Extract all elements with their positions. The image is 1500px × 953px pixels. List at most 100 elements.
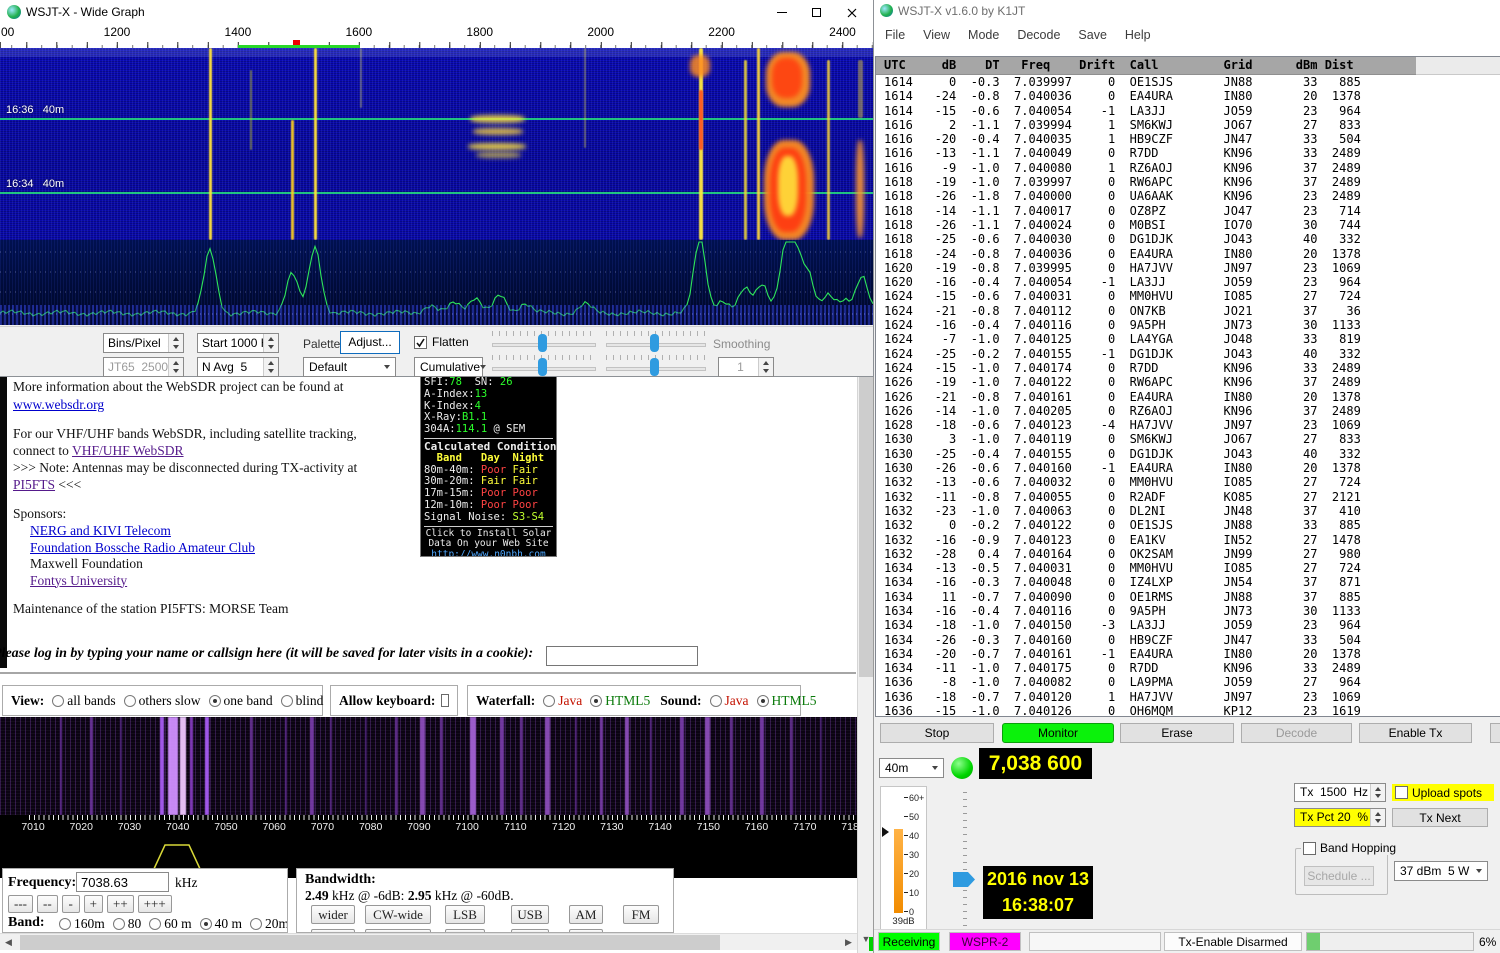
scrollbar-thumb[interactable] (20, 935, 720, 950)
upload-spots-checkbox[interactable]: Upload spots (1392, 784, 1494, 801)
bandwidth-fm-button[interactable]: FM (623, 905, 659, 924)
frequency-input[interactable] (76, 872, 169, 892)
spinner-arrows-icon[interactable] (1370, 784, 1385, 801)
callsign-input[interactable] (546, 646, 698, 666)
minimize-icon[interactable] (767, 3, 797, 22)
slider-handle[interactable] (650, 334, 659, 352)
band-option-80[interactable]: 80 (113, 916, 142, 931)
decode-button[interactable]: Decode (1241, 723, 1352, 743)
decode-row[interactable]: 1632 -16 -0.9 7.040123 0 EA1KV IN52 27 1… (876, 533, 1500, 547)
band-option-40-m[interactable]: 40 m (200, 916, 242, 931)
decode-row[interactable]: 1618 -19 -1.0 7.039997 0 RW6APC KN96 37 … (876, 175, 1500, 189)
decode-row[interactable]: 1618 -24 -0.8 7.040036 0 EA4URA IN80 20 … (876, 247, 1500, 261)
decode-row[interactable]: 1618 -14 -1.1 7.040017 0 OZ8PZ JO47 23 7… (876, 204, 1500, 218)
tx-pct-spinner[interactable]: Tx Pct 20 % (1294, 808, 1386, 827)
tx-frequency-spinner[interactable]: Tx 1500 Hz (1294, 783, 1386, 802)
scrollbar-thumb[interactable] (859, 377, 873, 677)
start-frequency-spinner[interactable]: Start 1000 Hz (197, 333, 279, 353)
tx-next-button[interactable]: Tx Next (1392, 808, 1488, 827)
waterfall-spectrogram[interactable]: 16:36 40m 16:34 40m (0, 48, 873, 240)
menu-save[interactable]: Save (1069, 28, 1116, 42)
view-option-all-bands[interactable]: all bands (52, 693, 115, 708)
decode-row[interactable]: 1620 -16 -0.4 7.040054 -1 LA3JJ JO59 23 … (876, 275, 1500, 289)
decode-row[interactable]: 1634 11 -0.7 7.040090 0 OE1RMS JN88 37 8… (876, 590, 1500, 604)
decode-row[interactable]: 1618 -25 -0.6 7.040030 0 DG1DJK JO43 40 … (876, 232, 1500, 246)
sound-java-radio[interactable]: Java (710, 693, 749, 709)
menu-decode[interactable]: Decode (1008, 28, 1069, 42)
slider-handle[interactable] (538, 358, 547, 376)
sound-html5-radio[interactable]: HTML5 (757, 693, 817, 709)
spinner-arrows-icon[interactable] (263, 334, 278, 352)
spinner-arrows-icon[interactable] (758, 358, 773, 376)
menu-help[interactable]: Help (1116, 28, 1160, 42)
decode-row[interactable]: 1616 -13 -1.1 7.040049 0 R7DD KN96 33 24… (876, 146, 1500, 160)
bandwidth-am-button[interactable]: AM (569, 905, 603, 924)
vhf-uhf-websdr-link[interactable]: VHF/UHF WebSDR (72, 443, 184, 458)
band-option-20m[interactable]: 20m (250, 916, 288, 931)
bandwidth-wider-button[interactable]: wider (311, 905, 355, 924)
websdr-org-link[interactable]: www.websdr.org (13, 397, 104, 412)
menu-view[interactable]: View (914, 28, 959, 42)
level-slider[interactable] (953, 786, 977, 926)
spinner-arrows-icon[interactable] (168, 358, 183, 376)
sponsor-link[interactable]: Fontys University (30, 573, 127, 589)
palette-select[interactable]: Default (303, 357, 396, 377)
decode-row[interactable]: 1628 -18 -0.6 7.040123 -4 HA7JVV JN97 23… (876, 418, 1500, 432)
decode-row[interactable]: 1614 0 -0.3 7.039997 0 OE1SJS JN88 33 88… (876, 75, 1500, 89)
spectrum-type-select[interactable]: Cumulative (414, 357, 483, 377)
view-option-blind[interactable]: blind (281, 693, 324, 708)
decode-row[interactable]: 1616 -9 -1.0 7.040080 1 RZ6AOJ KN96 37 2… (876, 161, 1500, 175)
decode-row[interactable]: 1626 -21 -0.8 7.040161 0 EA4URA IN80 20 … (876, 390, 1500, 404)
decode-row[interactable]: 1618 -26 -1.1 7.040024 0 M0BSI IO70 30 7… (876, 218, 1500, 232)
vertical-scrollbar[interactable]: ▼ (857, 375, 873, 953)
bandwidth-usb-button[interactable]: USB (511, 905, 549, 924)
decode-row[interactable]: 1636 -15 -1.0 7.040126 0 OH6MQM KP12 23 … (876, 704, 1500, 717)
gain-slider[interactable] (492, 331, 596, 353)
decode-row[interactable]: 1614 -24 -0.8 7.040036 0 EA4URA IN80 20 … (876, 89, 1500, 103)
spinner-arrows-icon[interactable] (1370, 809, 1385, 826)
decode-row[interactable]: 1632 -23 -1.0 7.040063 0 DL2NI JN48 37 4… (876, 504, 1500, 518)
jt65-jt9-split-spinner[interactable]: JT65 2500 JT9 (103, 357, 184, 377)
view-option-others-slow[interactable]: others slow (124, 693, 201, 708)
freq-step-button[interactable]: +++ (138, 895, 172, 913)
schedule-button[interactable]: Schedule ... (1304, 866, 1374, 886)
band-option-160m[interactable]: 160m (59, 916, 105, 931)
band-hopping-checkbox[interactable]: Band Hopping (1301, 841, 1398, 855)
pi5fts-link[interactable]: PI5FTS (13, 477, 55, 492)
monitor-button[interactable]: Monitor (1002, 723, 1114, 743)
freq-step-button[interactable]: + (84, 895, 103, 913)
scroll-left-arrow[interactable]: ◀ (0, 935, 17, 950)
decode-row[interactable]: 1624 -15 -1.0 7.040174 0 R7DD KN96 33 24… (876, 361, 1500, 375)
decode-row[interactable]: 1630 3 -1.0 7.040119 0 SM6KWJ JO67 27 83… (876, 432, 1500, 446)
decode-row[interactable]: 1624 -7 -1.0 7.040125 0 LA4YGA JO48 33 8… (876, 332, 1500, 346)
decode-row[interactable]: 1618 -26 -1.8 7.040000 0 UA6AAK KN96 23 … (876, 189, 1500, 203)
stop-button[interactable]: Stop (880, 723, 994, 743)
decode-row[interactable]: 1634 -26 -0.3 7.040160 0 HB9CZF JN47 33 … (876, 633, 1500, 647)
websdr-waterfall[interactable] (0, 717, 857, 815)
decode-row[interactable]: 1634 -20 -0.7 7.040161 -1 EA4URA IN80 20… (876, 647, 1500, 661)
decode-row[interactable]: 1614 -15 -0.6 7.040054 -1 LA3JJ JO59 23 … (876, 104, 1500, 118)
wide-graph-titlebar[interactable]: WSJT-X - Wide Graph (0, 0, 873, 25)
band-select[interactable]: 40m (879, 758, 944, 778)
menu-mode[interactable]: Mode (959, 28, 1008, 42)
decode-row[interactable]: 1624 -21 -0.8 7.040112 0 ON7KB JO21 37 3… (876, 304, 1500, 318)
slider-handle[interactable] (538, 334, 547, 352)
wide-graph-frequency-scale[interactable]: 120014001600180020002200240000 (0, 25, 873, 48)
sponsor-link[interactable]: Foundation Bossche Radio Amateur Club (30, 540, 255, 556)
allow-keyboard-checkbox[interactable] (441, 694, 449, 707)
maximize-icon[interactable] (801, 3, 831, 22)
view-option-one-band[interactable]: one band (209, 693, 273, 708)
decode-row[interactable]: 1634 -13 -0.5 7.040031 0 MM0HVU IO85 27 … (876, 561, 1500, 575)
palette-adjust-button[interactable]: Adjust... (340, 331, 400, 354)
solar-conditions-widget[interactable]: SFI:78 SN: 26A-Index:13K-Index:4X-Ray:B1… (420, 374, 557, 557)
spectrum-gain-slider[interactable] (492, 355, 596, 377)
decode-row[interactable]: 1624 -16 -0.4 7.040116 0 9A5PH JN73 30 1… (876, 318, 1500, 332)
close-icon[interactable] (837, 3, 867, 22)
n-avg-spinner[interactable]: N Avg 5 (197, 357, 279, 377)
spinner-arrows-icon[interactable] (263, 358, 278, 376)
bandwidth-cw-wide-button[interactable]: CW-wide (365, 905, 431, 924)
enable-tx-button[interactable]: Enable Tx (1359, 723, 1472, 743)
decode-row[interactable]: 1632 0 -0.2 7.040122 0 OE1SJS JN88 33 88… (876, 518, 1500, 532)
decode-row[interactable]: 1632 -28 0.4 7.040164 0 OK2SAM JN99 27 9… (876, 547, 1500, 561)
partial-button[interactable] (1490, 723, 1500, 743)
